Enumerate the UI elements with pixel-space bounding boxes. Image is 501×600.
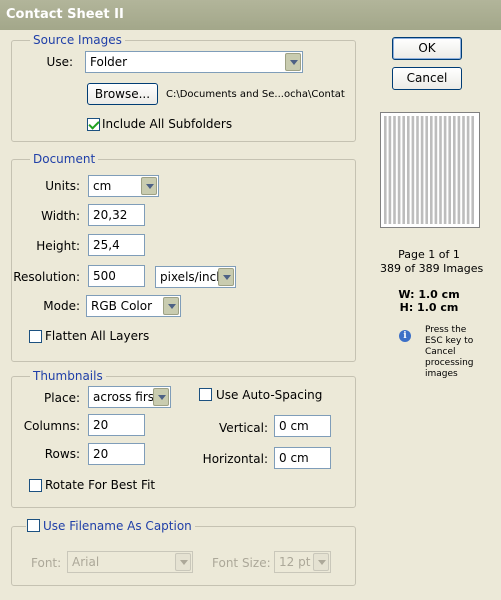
esc-note-line: processing	[425, 358, 474, 368]
font-select-value: Arial	[72, 555, 100, 569]
auto-spacing-label[interactable]: Use Auto-Spacing	[216, 387, 322, 403]
preview-column	[402, 116, 405, 224]
info-icon: i	[399, 330, 411, 342]
font-size-select-value: 12 pt	[279, 555, 311, 569]
chevron-down-icon[interactable]	[163, 297, 179, 315]
resolution-label: Resolution:	[13, 270, 80, 284]
preview-column	[453, 116, 456, 224]
horizontal-label: Horizontal:	[202, 452, 268, 466]
cancel-button[interactable]: Cancel	[392, 67, 462, 90]
rotate-best-fit-label[interactable]: Rotate For Best Fit	[45, 477, 155, 493]
rotate-best-fit-checkbox[interactable]	[29, 479, 42, 492]
thumb-width: W: 1.0 cm	[398, 288, 460, 301]
preview-column	[430, 116, 433, 224]
chevron-down-icon[interactable]	[218, 268, 234, 286]
page-count: Page 1 of 1	[398, 248, 460, 261]
place-label: Place:	[44, 391, 80, 405]
units-label: Units:	[45, 179, 80, 193]
preview-column	[384, 116, 387, 224]
preview-column	[397, 116, 401, 224]
preview-column	[420, 116, 424, 224]
place-select[interactable]: across first	[88, 386, 171, 408]
window-title: Contact Sheet II	[0, 0, 501, 30]
place-select-value: across first	[93, 390, 159, 404]
preview-column	[471, 116, 474, 224]
preview-column	[388, 116, 392, 224]
thumb-height: H: 1.0 cm	[399, 301, 459, 314]
auto-spacing-checkbox[interactable]	[199, 388, 212, 401]
ok-button[interactable]: OK	[392, 37, 462, 60]
font-size-label: Font Size:	[212, 556, 271, 570]
preview-column	[443, 116, 447, 224]
preview-column	[466, 116, 470, 224]
width-label: Width:	[41, 209, 80, 223]
esc-note-line: Cancel	[425, 347, 456, 357]
thumbnails-legend: Thumbnails	[30, 369, 106, 384]
use-label: Use:	[46, 55, 73, 69]
browse-button-label: Browse...	[94, 87, 151, 101]
columns-field[interactable]: 20	[88, 414, 145, 436]
chevron-down-icon[interactable]	[313, 553, 329, 571]
width-field[interactable]: 20,32	[88, 204, 145, 226]
ok-button-label: OK	[418, 41, 436, 55]
mode-label: Mode:	[43, 299, 80, 313]
preview-column	[434, 116, 438, 224]
preview-column	[457, 116, 461, 224]
document-legend: Document	[30, 152, 99, 167]
contact-sheet-preview	[380, 112, 480, 228]
preview-column	[425, 116, 428, 224]
preview-column	[393, 116, 396, 224]
chevron-down-icon[interactable]	[153, 388, 169, 406]
preview-column	[411, 116, 415, 224]
include-subfolders-checkbox[interactable]	[87, 118, 100, 131]
caption-legend: Use Filename As Caption	[26, 519, 195, 534]
preview-column	[462, 116, 465, 224]
columns-label: Columns:	[23, 419, 80, 433]
use-select-value: Folder	[90, 55, 128, 69]
esc-note-line: images	[425, 369, 458, 379]
browse-button[interactable]: Browse...	[87, 83, 158, 105]
mode-select[interactable]: RGB Color	[86, 295, 181, 317]
flatten-layers-checkbox[interactable]	[29, 330, 42, 343]
cancel-button-label: Cancel	[406, 71, 448, 85]
chevron-down-icon[interactable]	[285, 53, 301, 71]
rows-field[interactable]: 20	[88, 443, 145, 465]
mode-select-value: RGB Color	[91, 299, 153, 313]
chevron-down-icon[interactable]	[175, 553, 191, 571]
vertical-label: Vertical:	[219, 421, 268, 435]
preview-column	[407, 116, 410, 224]
flatten-layers-label[interactable]: Flatten All Layers	[45, 328, 149, 344]
chevron-down-icon[interactable]	[141, 177, 157, 195]
include-subfolders-label[interactable]: Include All Subfolders	[102, 116, 232, 132]
height-field[interactable]: 25,4	[88, 234, 145, 256]
height-label: Height:	[36, 239, 80, 253]
rows-label: Rows:	[44, 447, 80, 461]
preview-stripes	[384, 116, 474, 224]
preview-column	[416, 116, 419, 224]
resolution-field[interactable]: 500	[88, 265, 145, 287]
use-filename-label[interactable]: Use Filename As Caption	[43, 519, 192, 533]
use-select[interactable]: Folder	[85, 51, 303, 73]
resolution-unit-value: pixels/inch	[160, 270, 224, 284]
preview-column	[448, 116, 451, 224]
esc-note-line: ESC key to	[425, 336, 474, 346]
preview-column	[439, 116, 442, 224]
image-count: 389 of 389 Images	[380, 262, 484, 275]
use-filename-checkbox[interactable]	[27, 519, 40, 532]
source-path: C:\Documents and Se...ocha\Contat Sheet\	[166, 89, 348, 100]
source-images-legend: Source Images	[30, 33, 125, 48]
horizontal-field[interactable]: 0 cm	[274, 447, 331, 469]
vertical-field[interactable]: 0 cm	[274, 415, 331, 437]
esc-note: Press the ESC key to Cancel processing i…	[425, 325, 474, 380]
resolution-unit-select[interactable]: pixels/inch	[155, 266, 236, 288]
units-select-value: cm	[93, 179, 112, 193]
esc-note-line: Press the	[425, 325, 467, 335]
font-label: Font:	[31, 556, 62, 570]
units-select[interactable]: cm	[88, 175, 159, 197]
font-size-select[interactable]: 12 pt	[274, 551, 331, 573]
font-select[interactable]: Arial	[67, 551, 193, 573]
